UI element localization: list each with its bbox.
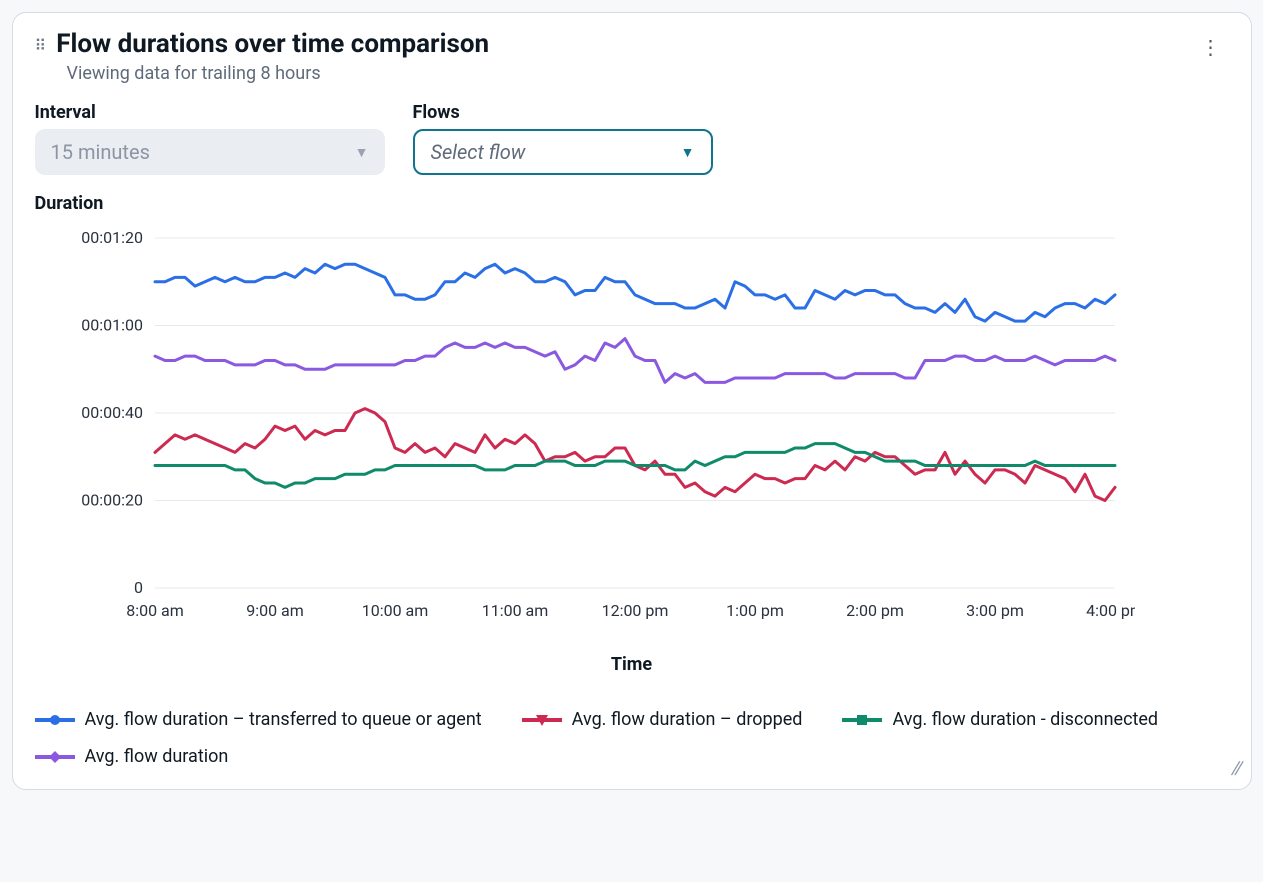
- legend-swatch: [842, 712, 882, 728]
- svg-text:8:00 am: 8:00 am: [126, 601, 184, 620]
- legend-label: Avg. flow duration – transferred to queu…: [85, 709, 482, 730]
- svg-text:11:00 am: 11:00 am: [481, 601, 548, 620]
- svg-text:00:01:20: 00:01:20: [81, 228, 143, 247]
- interval-value: 15 minutes: [51, 140, 150, 164]
- flows-label: Flows: [413, 102, 713, 123]
- interval-label: Interval: [35, 102, 385, 123]
- legend-label: Avg. flow duration – dropped: [572, 709, 803, 730]
- svg-text:9:00 am: 9:00 am: [246, 601, 304, 620]
- legend-item-dropped[interactable]: Avg. flow duration – dropped: [522, 709, 803, 730]
- card-subtitle: Viewing data for trailing 8 hours: [67, 63, 490, 84]
- card-title: Flow durations over time comparison: [56, 29, 489, 59]
- legend-item-duration[interactable]: Avg. flow duration: [35, 746, 229, 767]
- chart-legend: Avg. flow duration – transferred to queu…: [35, 709, 1229, 767]
- resize-handle-icon[interactable]: //: [1229, 758, 1242, 779]
- legend-item-transferred[interactable]: Avg. flow duration – transferred to queu…: [35, 709, 482, 730]
- svg-text:00:00:20: 00:00:20: [81, 491, 143, 510]
- chevron-down-icon: ▼: [355, 144, 369, 161]
- flows-placeholder: Select flow: [431, 140, 526, 164]
- drag-handle-icon[interactable]: ⠿: [35, 34, 47, 54]
- x-axis-title: Time: [35, 654, 1229, 675]
- line-chart: 0 00:00:20 00:00:40 00:01:00 00:01:20 8:00 am…: [35, 218, 1135, 638]
- svg-text:12:00 pm: 12:00 pm: [601, 601, 668, 620]
- svg-text:2:00 pm: 2:00 pm: [846, 601, 904, 620]
- svg-text:00:00:40: 00:00:40: [81, 403, 143, 422]
- legend-label: Avg. flow duration: [85, 746, 229, 767]
- chevron-down-icon: ▼: [681, 144, 695, 161]
- svg-text:1:00 pm: 1:00 pm: [726, 601, 784, 620]
- svg-text:3:00 pm: 3:00 pm: [966, 601, 1024, 620]
- svg-text:10:00 am: 10:00 am: [361, 601, 428, 620]
- legend-item-disconnected[interactable]: Avg. flow duration - disconnected: [842, 709, 1158, 730]
- legend-swatch: [35, 749, 75, 765]
- interval-select: 15 minutes ▼: [35, 129, 385, 175]
- flows-select[interactable]: Select flow ▼: [413, 129, 713, 175]
- chart-area: 0 00:00:20 00:00:40 00:01:00 00:01:20 8:00 am…: [35, 218, 1229, 638]
- svg-text:00:01:00: 00:01:00: [81, 316, 143, 335]
- more-actions-button[interactable]: ⋮: [1193, 29, 1229, 65]
- legend-swatch: [522, 712, 562, 728]
- legend-label: Avg. flow duration - disconnected: [892, 709, 1158, 730]
- legend-swatch: [35, 712, 75, 728]
- y-axis-title: Duration: [35, 193, 1229, 214]
- chart-card: ⠿ Flow durations over time comparison Vi…: [12, 12, 1252, 790]
- svg-text:4:00 pm: 4:00 pm: [1086, 601, 1135, 620]
- svg-text:0: 0: [134, 578, 143, 597]
